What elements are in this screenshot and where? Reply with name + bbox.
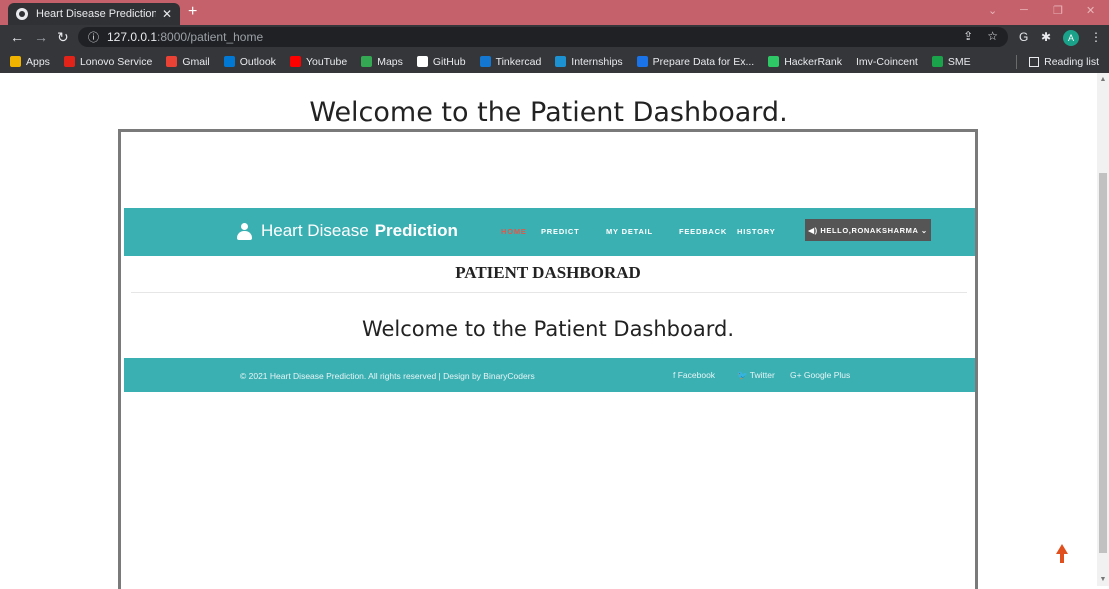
footer-copyright: © 2021 Heart Disease Prediction. All rig… (240, 371, 535, 381)
bookmark-label: Internships (571, 55, 623, 68)
tab-search-icon[interactable]: ⌄ (988, 4, 997, 17)
site-footer: © 2021 Heart Disease Prediction. All rig… (124, 358, 975, 392)
menu-predict[interactable]: PREDICT (541, 227, 580, 236)
scrollbar[interactable]: ▲ ▼ (1097, 73, 1109, 586)
divider (131, 292, 967, 293)
bookmark-icon (555, 56, 567, 67)
bookmark-label: Apps (26, 55, 50, 68)
bookmark-item[interactable]: Imv-Coincent (856, 56, 918, 68)
bookmark-label: YouTube (305, 55, 348, 68)
site-navbar: Heart Disease Prediction HOME PREDICT MY… (124, 208, 975, 256)
browser-toolbar: ← → ↻ ⓘ 127.0.0.1:8000/patient_home ⇪ ☆ … (0, 25, 1109, 50)
scroll-up-icon[interactable]: ▲ (1099, 76, 1107, 83)
google-extension-icon[interactable]: G (1019, 30, 1028, 44)
brand-bold: Prediction (374, 221, 458, 240)
brand-light: Heart Disease (261, 221, 369, 240)
bookmark-item[interactable]: SME (931, 55, 971, 68)
google-plus-link[interactable]: G+ Google Plus (790, 370, 850, 380)
address-bar[interactable]: ⓘ 127.0.0.1:8000/patient_home ⇪ ☆ (78, 27, 1008, 47)
bookmark-label: SME (947, 55, 971, 68)
bookmark-icon (223, 56, 235, 67)
bookmark-item[interactable]: Prepare Data for Ex... (636, 55, 755, 68)
bookmark-item[interactable]: Tinkercad (479, 55, 542, 68)
menu-my-detail[interactable]: MY DETAIL (606, 227, 653, 236)
doctor-icon (237, 222, 252, 240)
restore-icon[interactable]: ❐ (1053, 4, 1063, 17)
bookmark-icon (768, 56, 780, 67)
scroll-down-icon[interactable]: ▼ (1099, 576, 1107, 583)
extensions-puzzle-icon[interactable]: ✱ (1041, 30, 1051, 44)
bookmark-star-icon[interactable]: ☆ (987, 29, 998, 43)
bookmark-icon (361, 56, 373, 67)
new-tab-button[interactable]: + (188, 3, 197, 21)
bookmark-label: HackerRank (784, 55, 842, 68)
bookmark-item[interactable]: Gmail (166, 55, 210, 68)
scroll-to-top-icon[interactable] (1056, 544, 1068, 564)
bookmark-label: GitHub (432, 55, 466, 68)
reload-icon[interactable]: ↻ (57, 29, 69, 46)
url-host: 127.0.0.1 (107, 30, 158, 44)
bookmark-icon (10, 56, 21, 67)
bookmarks-bar: Apps Lonovo Service Gmail Outlook YouTube Map… (0, 50, 1109, 73)
tab-title: Heart Disease Prediction System (36, 8, 156, 20)
bookmark-label: Imv-Coincent (856, 55, 918, 68)
bookmark-label: Outlook (239, 55, 276, 68)
url-path: :8000/patient_home (157, 30, 264, 44)
back-icon[interactable]: ← (10, 29, 24, 45)
site-info-icon[interactable]: ⓘ (88, 29, 99, 45)
site-brand[interactable]: Heart Disease Prediction (237, 221, 458, 241)
bookmark-label: Maps (377, 55, 403, 68)
user-dropdown[interactable]: ◀) HELLO,RONAKSHARMA ⌄ (805, 219, 931, 241)
bookmark-item[interactable]: Internships (555, 55, 623, 68)
bookmark-item[interactable]: HackerRank (768, 56, 842, 68)
bookmark-label: Tinkercad (495, 55, 542, 68)
scrollbar-thumb[interactable] (1099, 173, 1107, 553)
bookmark-label: Gmail (182, 55, 210, 68)
bookmark-item[interactable]: YouTube (289, 55, 348, 68)
page-title: Welcome to the Patient Dashboard. (309, 97, 788, 128)
bookmark-item[interactable]: Lonovo Service (63, 55, 153, 68)
bookmark-item[interactable]: Maps (361, 56, 403, 68)
menu-home[interactable]: HOME (501, 227, 527, 236)
reading-list-label: Reading list (1044, 55, 1099, 68)
menu-feedback[interactable]: FEEDBACK (679, 227, 727, 236)
bookmark-icon (166, 56, 178, 67)
welcome-message: Welcome to the Patient Dashboard. (361, 317, 735, 341)
dashboard-title: PATIENT DASHBORAD (455, 263, 641, 282)
bookmark-icon (479, 56, 491, 67)
embedded-site-frame: Heart Disease Prediction HOME PREDICT MY… (118, 129, 978, 589)
tab-strip: Heart Disease Prediction System ✕ + ⌄ ─ … (0, 0, 1109, 25)
bookmark-icon (416, 56, 428, 67)
divider (1016, 54, 1018, 69)
bookmark-label: Prepare Data for Ex... (652, 55, 755, 68)
menu-history[interactable]: HISTORY (737, 227, 776, 236)
bookmark-item[interactable]: Apps (10, 56, 50, 68)
bookmark-icon (931, 56, 943, 67)
tab-close-icon[interactable]: ✕ (162, 7, 172, 21)
bookmark-item[interactable]: GitHub (416, 55, 466, 68)
facebook-link[interactable]: f Facebook (673, 370, 715, 380)
reading-list-button[interactable]: Reading list (1016, 50, 1099, 73)
profile-avatar[interactable]: A (1063, 30, 1079, 46)
share-icon[interactable]: ⇪ (963, 29, 973, 43)
window-close-icon[interactable]: ✕ (1086, 4, 1095, 17)
globe-icon (16, 8, 28, 20)
minimize-icon[interactable]: ─ (1020, 4, 1028, 16)
twitter-link[interactable]: 🐦 Twitter (737, 370, 775, 381)
forward-icon[interactable]: → (34, 29, 48, 45)
bookmark-icon (636, 56, 648, 67)
tab-active[interactable]: Heart Disease Prediction System ✕ (8, 3, 180, 25)
menu-dots-icon[interactable]: ⋮ (1090, 30, 1102, 44)
bookmark-item[interactable]: Outlook (223, 55, 276, 68)
bookmark-icon (63, 56, 75, 67)
bookmark-icon (289, 56, 301, 67)
bookmark-label: Lonovo Service (79, 55, 153, 68)
reading-list-icon (1029, 56, 1040, 67)
